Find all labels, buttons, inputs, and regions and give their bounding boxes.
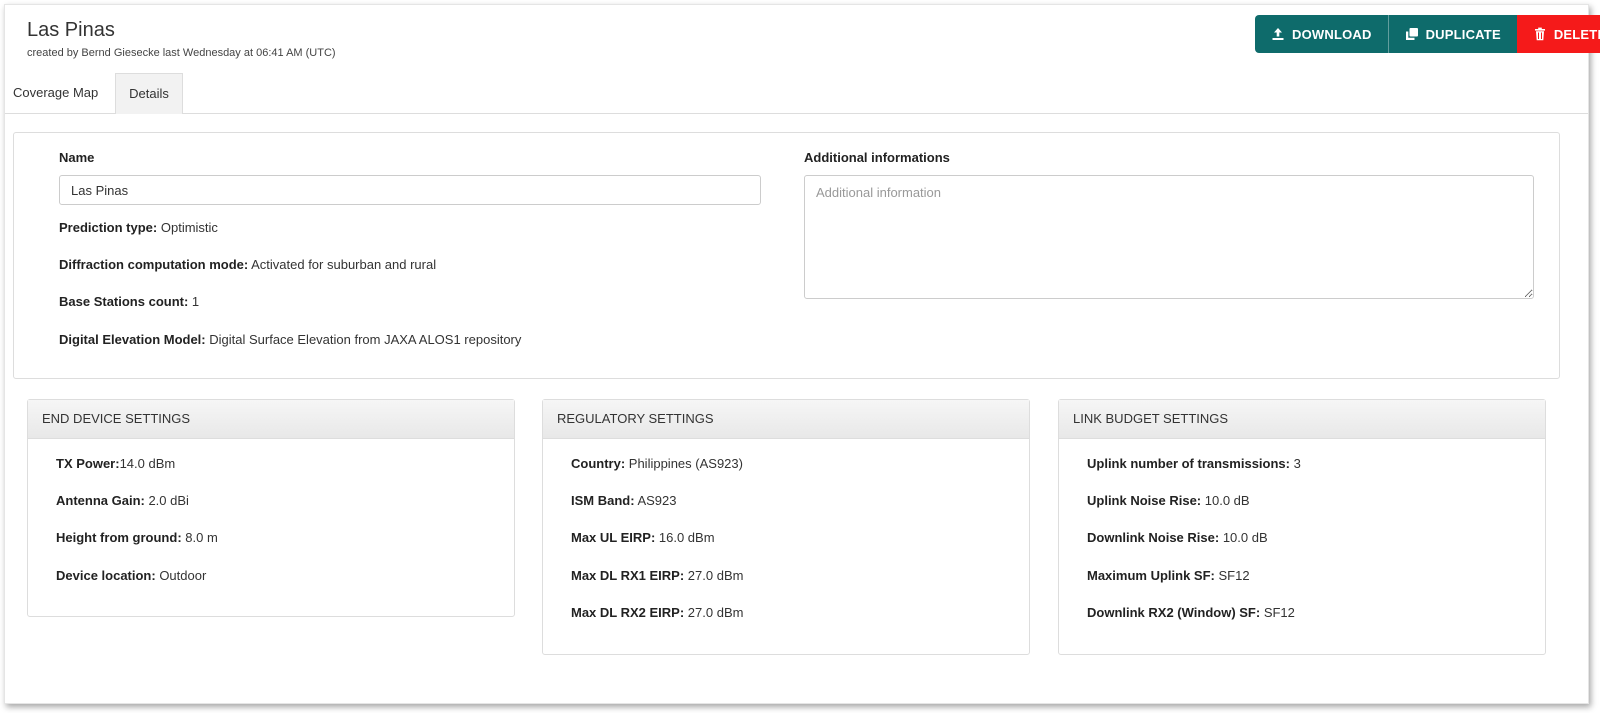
prediction-type-value: Optimistic <box>157 220 218 235</box>
download-label: DOWNLOAD <box>1292 26 1372 42</box>
height-value: 8.0 m <box>181 530 218 545</box>
tab-bar: Coverage Map Details <box>5 73 1588 114</box>
base-stations-row: Base Stations count: 1 <box>59 294 199 309</box>
regulatory-settings-title: REGULATORY SETTINGS <box>543 400 1029 439</box>
prediction-type-label: Prediction type: <box>59 220 158 235</box>
base-stations-label: Base Stations count: <box>59 294 189 309</box>
antenna-gain-row: Antenna Gain: 2.0 dBi <box>56 493 189 508</box>
page-subtitle: created by Bernd Giesecke last Wednesday… <box>27 47 336 59</box>
tab-coverage-map[interactable]: Coverage Map <box>13 73 98 113</box>
max-dl-rx1-eirp-row: Max DL RX1 EIRP: 27.0 dBm <box>571 568 743 583</box>
name-input[interactable] <box>59 175 761 205</box>
uplink-transmissions-label: Uplink number of transmissions: <box>1087 456 1290 471</box>
tab-details[interactable]: Details <box>115 73 183 114</box>
height-label: Height from ground: <box>56 530 182 545</box>
uplink-noise-rise-label: Uplink Noise Rise: <box>1087 493 1202 508</box>
diffraction-mode-row: Diffraction computation mode: Activated … <box>59 257 436 272</box>
downlink-noise-rise-value: 10.0 dB <box>1219 530 1268 545</box>
ism-band-value: AS923 <box>634 493 677 508</box>
prediction-type-row: Prediction type: Optimistic <box>59 220 218 235</box>
additional-info-label: Additional informations <box>804 150 950 165</box>
device-location-label: Device location: <box>56 568 156 583</box>
ism-band-row: ISM Band: AS923 <box>571 493 677 508</box>
uplink-transmissions-value: 3 <box>1289 456 1301 471</box>
max-dl-rx2-eirp-row: Max DL RX2 EIRP: 27.0 dBm <box>571 605 743 620</box>
upload-arrow-icon <box>1272 28 1284 40</box>
max-ul-eirp-row: Max UL EIRP: 16.0 dBm <box>571 530 715 545</box>
downlink-rx2-sf-row: Downlink RX2 (Window) SF: SF12 <box>1087 605 1295 620</box>
max-dl-rx2-eirp-label: Max DL RX2 EIRP: <box>571 605 685 620</box>
height-row: Height from ground: 8.0 m <box>56 530 218 545</box>
country-label: Country: <box>571 456 626 471</box>
elevation-model-label: Digital Elevation Model: <box>59 332 206 347</box>
uplink-transmissions-row: Uplink number of transmissions: 3 <box>1087 456 1301 471</box>
copy-icon <box>1405 28 1418 40</box>
downlink-rx2-sf-label: Downlink RX2 (Window) SF: <box>1087 605 1261 620</box>
base-stations-value: 1 <box>188 294 200 309</box>
download-button[interactable]: DOWNLOAD <box>1255 15 1388 53</box>
regulatory-settings-card: REGULATORY SETTINGS Country: Philippines… <box>542 399 1030 655</box>
max-dl-rx1-eirp-label: Max DL RX1 EIRP: <box>571 568 685 583</box>
max-uplink-sf-row: Maximum Uplink SF: SF12 <box>1087 568 1250 583</box>
max-uplink-sf-label: Maximum Uplink SF: <box>1087 568 1215 583</box>
tx-power-value: 14.0 dBm <box>119 456 176 471</box>
max-dl-rx2-eirp-value: 27.0 dBm <box>684 605 744 620</box>
duplicate-label: DUPLICATE <box>1425 26 1501 42</box>
page-title: Las Pinas <box>27 19 115 41</box>
link-budget-settings-card: LINK BUDGET SETTINGS Uplink number of tr… <box>1058 399 1546 655</box>
antenna-gain-value: 2.0 dBi <box>144 493 189 508</box>
uplink-noise-rise-value: 10.0 dB <box>1201 493 1250 508</box>
downlink-noise-rise-row: Downlink Noise Rise: 10.0 dB <box>1087 530 1268 545</box>
diffraction-mode-value: Activated for suburban and rural <box>248 257 437 272</box>
device-location-value: Outdoor <box>155 568 207 583</box>
delete-button[interactable]: DELETE <box>1516 15 1600 53</box>
ism-band-label: ISM Band: <box>571 493 635 508</box>
duplicate-button[interactable]: DUPLICATE <box>1387 15 1517 53</box>
device-location-row: Device location: Outdoor <box>56 568 206 583</box>
elevation-model-row: Digital Elevation Model: Digital Surface… <box>59 332 521 347</box>
max-dl-rx1-eirp-value: 27.0 dBm <box>684 568 744 583</box>
app-frame: Las Pinas created by Bernd Giesecke last… <box>4 4 1600 704</box>
downlink-rx2-sf-value: SF12 <box>1260 605 1295 620</box>
tx-power-label: TX Power: <box>56 456 120 471</box>
antenna-gain-label: Antenna Gain: <box>56 493 145 508</box>
country-row: Country: Philippines (AS923) <box>571 456 743 471</box>
name-label: Name <box>59 150 95 165</box>
trash-icon <box>1534 27 1545 41</box>
additional-info-textarea[interactable] <box>804 175 1534 299</box>
max-ul-eirp-label: Max UL EIRP: <box>571 530 656 545</box>
end-device-settings-card: END DEVICE SETTINGS TX Power:14.0 dBm An… <box>27 399 515 617</box>
diffraction-mode-label: Diffraction computation mode: <box>59 257 249 272</box>
downlink-noise-rise-label: Downlink Noise Rise: <box>1087 530 1220 545</box>
uplink-noise-rise-row: Uplink Noise Rise: 10.0 dB <box>1087 493 1250 508</box>
link-budget-settings-title: LINK BUDGET SETTINGS <box>1059 400 1545 439</box>
action-buttons: DOWNLOAD DUPLICATE DELETE <box>1255 15 1600 53</box>
country-value: Philippines (AS923) <box>625 456 743 471</box>
max-uplink-sf-value: SF12 <box>1214 568 1250 583</box>
elevation-model-value: Digital Surface Elevation from JAXA ALOS… <box>205 332 522 347</box>
delete-label: DELETE <box>1553 26 1600 42</box>
details-panel: Name Additional informations Prediction … <box>13 132 1560 379</box>
tx-power-row: TX Power:14.0 dBm <box>56 456 175 471</box>
max-ul-eirp-value: 16.0 dBm <box>655 530 715 545</box>
end-device-settings-title: END DEVICE SETTINGS <box>28 400 514 439</box>
